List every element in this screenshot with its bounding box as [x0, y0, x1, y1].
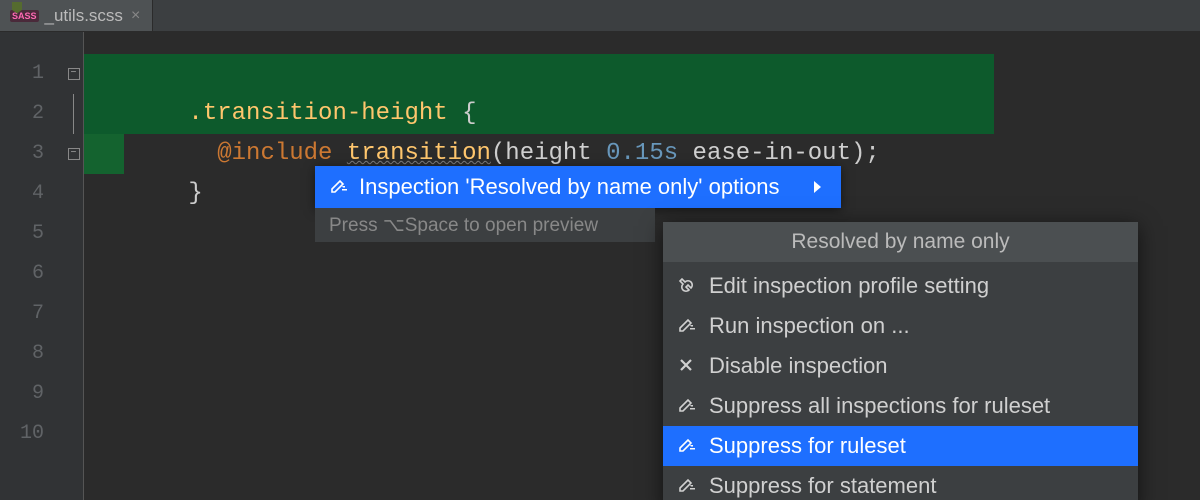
line-number: 5: [0, 214, 64, 254]
line-number: 8: [0, 334, 64, 374]
submenu-item-label: Suppress for ruleset: [709, 433, 906, 459]
submenu-item[interactable]: Edit inspection profile setting: [663, 266, 1138, 306]
file-tab[interactable]: SASS _utils.scss ×: [0, 0, 153, 31]
line-number-gutter: 1 2 3 4 5 6 7 8 9 10: [0, 32, 64, 500]
submenu-item-label: Disable inspection: [709, 353, 888, 379]
submenu-item-label: Edit inspection profile setting: [709, 273, 989, 299]
line-number: 10: [0, 414, 64, 454]
intention-hint-text: Press ⌥Space to open preview: [329, 214, 598, 237]
submenu-item-label: Suppress all inspections for ruleset: [709, 393, 1050, 419]
line-number: 3: [0, 134, 64, 174]
submenu-item[interactable]: Suppress for statement: [663, 466, 1138, 500]
line-number: 6: [0, 254, 64, 294]
submenu-item[interactable]: Suppress all inspections for ruleset: [663, 386, 1138, 426]
intention-item[interactable]: Inspection 'Resolved by name only' optio…: [315, 166, 841, 208]
filetype-badge-icon: SASS: [10, 10, 39, 22]
fold-line-icon: [64, 94, 83, 134]
line-number: 7: [0, 294, 64, 334]
edit-icon: [677, 476, 697, 496]
intention-submenu: Resolved by name only Edit inspection pr…: [663, 222, 1138, 500]
code-line[interactable]: @include transition(height 0.15s ease-in…: [84, 94, 1200, 134]
intention-label: Inspection 'Resolved by name only' optio…: [359, 174, 780, 200]
intention-hint: Press ⌥Space to open preview: [315, 208, 655, 242]
line-number: 9: [0, 374, 64, 414]
token-brace: }: [188, 180, 202, 207]
edit-icon: [677, 436, 697, 456]
submenu-item-label: Suppress for statement: [709, 473, 936, 499]
line-number: 2: [0, 94, 64, 134]
close-icon: [677, 356, 697, 376]
close-icon[interactable]: ×: [129, 7, 142, 25]
submenu-item[interactable]: Suppress for ruleset: [663, 426, 1138, 466]
fold-end-icon[interactable]: −: [68, 148, 80, 160]
line-number: 4: [0, 174, 64, 214]
tab-bar: SASS _utils.scss ×: [0, 0, 1200, 32]
submenu-item-label: Run inspection on ...: [709, 313, 910, 339]
edit-icon: [677, 396, 697, 416]
edit-icon: [677, 316, 697, 336]
code-line[interactable]: .transition-height {: [84, 54, 1200, 94]
line-number: 1: [0, 54, 64, 94]
submenu-header: Resolved by name only: [663, 222, 1138, 262]
submenu-item[interactable]: Run inspection on ...: [663, 306, 1138, 346]
chevron-right-icon: [814, 181, 821, 193]
tab-filename: _utils.scss: [45, 6, 123, 26]
submenu-header-text: Resolved by name only: [791, 230, 1009, 254]
submenu-item[interactable]: Disable inspection: [663, 346, 1138, 386]
edit-icon: [329, 177, 349, 197]
wrench-icon: [677, 276, 697, 296]
fold-start-icon[interactable]: −: [68, 68, 80, 80]
fold-gutter: − −: [64, 32, 84, 500]
editor: 1 2 3 4 5 6 7 8 9 10 − − .transition-hei…: [0, 32, 1200, 500]
